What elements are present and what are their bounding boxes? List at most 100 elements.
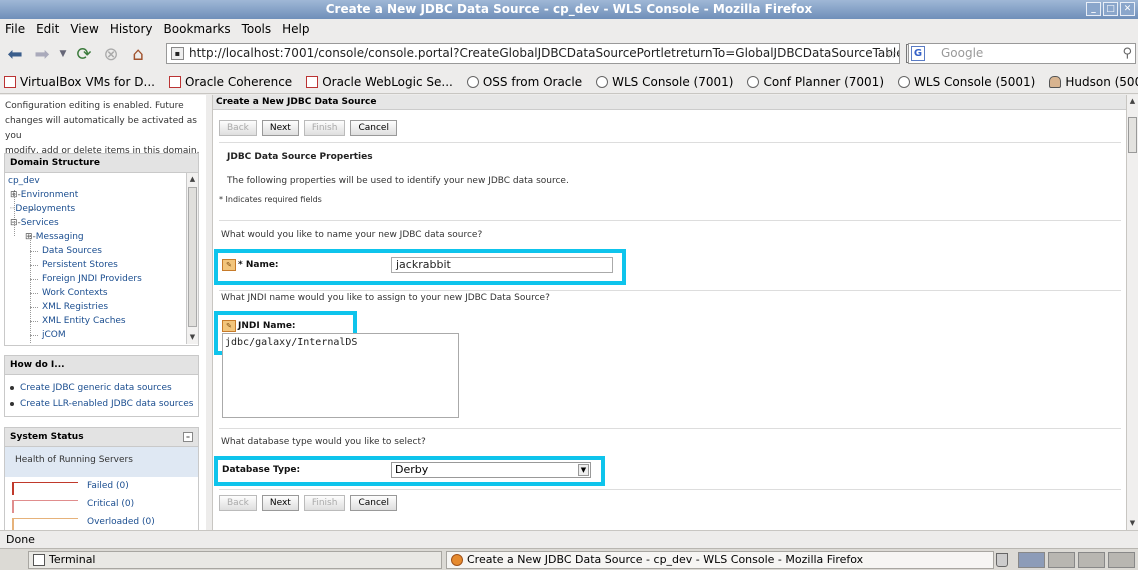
globe-icon: [466, 75, 479, 88]
config-editing-note: Configuration editing is enabled. Future…: [5, 101, 200, 156]
tree-item-xml-entity-caches[interactable]: XML Entity Caches: [42, 316, 126, 326]
search-icon[interactable]: ⚲: [1122, 44, 1132, 63]
bookmark-virtualbox[interactable]: VirtualBox VMs for D...: [4, 75, 155, 89]
menu-edit[interactable]: Edit: [36, 22, 59, 36]
status-overloaded: Overloaded (0): [5, 513, 198, 530]
workspace-2[interactable]: [1048, 552, 1075, 568]
back-button[interactable]: Back: [219, 120, 257, 136]
name-input[interactable]: jackrabbit: [391, 257, 613, 273]
status-bar: Done: [0, 530, 1138, 548]
menu-bookmarks[interactable]: Bookmarks: [164, 22, 231, 36]
cancel-button[interactable]: Cancel: [350, 120, 397, 136]
oracle-icon: [306, 75, 319, 88]
name-label: * Name:: [238, 260, 279, 270]
workspace-1[interactable]: [1018, 552, 1045, 568]
link-create-generic-ds[interactable]: Create JDBC generic data sources: [5, 383, 198, 393]
link-create-llr-ds[interactable]: Create LLR-enabled JDBC data sources: [5, 399, 198, 409]
globe-icon: [898, 75, 911, 88]
search-input[interactable]: G Google ⚲: [908, 43, 1136, 64]
bookmark-hudson[interactable]: Hudson (5001): [1049, 75, 1138, 89]
status-failed: Failed (0): [5, 477, 198, 495]
globe-icon: [596, 75, 609, 88]
bookmark-coherence[interactable]: Oracle Coherence: [168, 75, 292, 89]
menu-help[interactable]: Help: [282, 22, 309, 36]
bookmark-weblogic[interactable]: Oracle WebLogic Se...: [306, 75, 453, 89]
menu-history[interactable]: History: [110, 22, 153, 36]
minimize-icon[interactable]: _: [1086, 2, 1101, 16]
tree-item-xml-registries[interactable]: XML Registries: [42, 302, 108, 312]
left-panel: Configuration editing is enabled. Future…: [0, 95, 206, 530]
howdo-box: How do I... Create JDBC generic data sou…: [4, 355, 199, 417]
page-favicon-icon: ▪: [171, 47, 184, 60]
bookmark-oss[interactable]: OSS from Oracle: [466, 75, 582, 89]
maximize-icon[interactable]: □: [1103, 2, 1118, 16]
menu-tools[interactable]: Tools: [242, 22, 272, 36]
domain-structure-title: Domain Structure: [5, 154, 198, 173]
dbtype-select[interactable]: Derby ▼: [391, 462, 591, 478]
page-scrollbar[interactable]: ▲ ▼: [1126, 95, 1138, 530]
forward-arrow-icon[interactable]: ➡: [30, 42, 54, 66]
bookmark-wls-7001[interactable]: WLS Console (7001): [596, 75, 733, 89]
menu-view[interactable]: View: [70, 22, 98, 36]
scroll-up-icon[interactable]: ▲: [1128, 96, 1137, 107]
back-button-bottom[interactable]: Back: [219, 495, 257, 511]
oracle-icon: [4, 75, 16, 88]
section-title: JDBC Data Source Properties: [227, 152, 373, 162]
url-bar[interactable]: ▪ http://localhost:7001/console/console.…: [166, 43, 900, 64]
tree-item-data-sources[interactable]: Data Sources: [42, 246, 102, 256]
domain-tree: cp_dev ⊞-Environment ┈Deployments ⊟-Serv…: [5, 173, 188, 344]
firefox-icon: [451, 554, 463, 566]
tree-scroll-thumb[interactable]: [188, 187, 197, 327]
health-label: Health of Running Servers: [5, 447, 198, 477]
question-name: What would you like to name your new JDB…: [221, 230, 483, 240]
bookmark-conf-planner[interactable]: Conf Planner (7001): [747, 75, 884, 89]
domain-structure-box: Domain Structure cp_dev ⊞-Environment ┈D…: [4, 153, 199, 346]
back-arrow-icon[interactable]: ⬅: [3, 42, 27, 66]
system-status-box: System Status – Health of Running Servers…: [4, 427, 199, 530]
home-icon[interactable]: ⌂: [126, 42, 150, 66]
collapse-icon[interactable]: –: [183, 432, 193, 442]
reload-icon[interactable]: ⟳: [72, 42, 96, 66]
finish-button-bottom[interactable]: Finish: [303, 495, 346, 511]
question-dbtype: What database type would you like to sel…: [221, 437, 426, 447]
top-button-row: Back Next Finish Cancel: [219, 120, 397, 136]
scroll-up-icon[interactable]: ▲: [188, 174, 197, 185]
page-scroll-thumb[interactable]: [1128, 117, 1137, 153]
scroll-down-icon[interactable]: ▼: [188, 332, 197, 343]
dbtype-label: Database Type:: [222, 465, 301, 475]
tree-item-services[interactable]: ⊟-Services: [10, 218, 59, 228]
bookmarks-toolbar: VirtualBox VMs for D... Oracle Coherence…: [0, 70, 1138, 94]
workspace-4[interactable]: [1108, 552, 1135, 568]
bookmark-star-icon[interactable]: ☆: [885, 45, 897, 63]
next-button-bottom[interactable]: Next: [261, 495, 299, 511]
jndi-textarea[interactable]: jdbc/galaxy/InternalDS: [222, 333, 459, 418]
taskbar-terminal[interactable]: Terminal: [28, 551, 442, 569]
finish-button[interactable]: Finish: [303, 120, 346, 136]
tree-item-foreign-jndi[interactable]: Foreign JNDI Providers: [42, 274, 142, 284]
tree-item-jcom[interactable]: jCOM: [42, 330, 66, 340]
tree-item-deployments[interactable]: ┈Deployments: [10, 204, 75, 214]
tree-root-domain[interactable]: cp_dev: [8, 176, 40, 186]
trash-icon[interactable]: [996, 553, 1008, 567]
next-button[interactable]: Next: [261, 120, 299, 136]
globe-icon: [747, 75, 760, 88]
system-status-title: System Status –: [5, 428, 198, 447]
terminal-icon: [33, 554, 45, 566]
taskbar-firefox[interactable]: Create a New JDBC Data Source - cp_dev -…: [446, 551, 994, 569]
history-dropdown-icon[interactable]: ▼: [57, 42, 69, 66]
tree-scrollbar[interactable]: ▲ ▼: [186, 173, 198, 344]
chevron-down-icon[interactable]: ▼: [578, 464, 589, 476]
workspace-3[interactable]: [1078, 552, 1105, 568]
menu-file[interactable]: File: [5, 22, 25, 36]
tree-item-environment[interactable]: ⊞-Environment: [10, 190, 78, 200]
tree-item-persistent-stores[interactable]: Persistent Stores: [42, 260, 118, 270]
tree-item-work-contexts[interactable]: Work Contexts: [42, 288, 108, 298]
scroll-down-icon[interactable]: ▼: [1128, 518, 1137, 529]
bookmark-wls-5001[interactable]: WLS Console (5001): [898, 75, 1035, 89]
tree-item-messaging[interactable]: ⊞-Messaging: [25, 232, 84, 242]
stop-icon[interactable]: ⊗: [99, 42, 123, 66]
google-engine-icon[interactable]: G: [911, 46, 925, 61]
close-icon[interactable]: ✕: [1120, 2, 1135, 16]
cancel-button-bottom[interactable]: Cancel: [350, 495, 397, 511]
url-text: http://localhost:7001/console/console.po…: [189, 46, 899, 60]
